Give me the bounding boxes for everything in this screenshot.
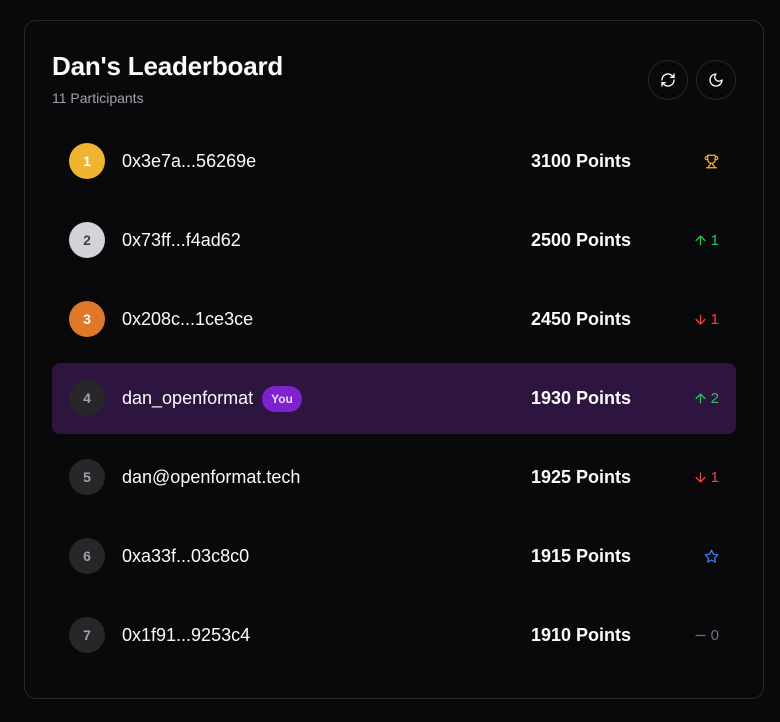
trophy-icon: [704, 154, 719, 169]
leaderboard-row[interactable]: 5 dan@openformat.tech 1925 Points 1: [52, 442, 736, 513]
points-value: 2450 Points: [530, 309, 631, 329]
leaderboard-row[interactable]: 3 0x208c...1ce3ce 2450 Points 1: [52, 284, 736, 355]
leaderboard-row[interactable]: 2 0x73ff...f4ad62 2500 Points 1: [52, 205, 736, 276]
participant-name-cell: 0x1f91...9253c4: [122, 600, 250, 671]
rank-change-value: 1: [710, 469, 719, 486]
rank-change-value: 2: [710, 390, 719, 407]
rank-badge: 3: [69, 301, 105, 337]
rank-change-value: 0: [710, 627, 719, 644]
participant-name-cell: dan@openformat.tech: [122, 442, 300, 513]
rank-change-value: 1: [710, 311, 719, 328]
participant-name: dan@openformat.tech: [122, 467, 301, 487]
arrow-down-icon: [695, 314, 706, 325]
rank-badge: 7: [69, 617, 105, 653]
rank-change-indicator: 0: [693, 600, 719, 671]
rank-change-indicator: 1: [693, 284, 719, 355]
rank-badge: 5: [69, 459, 105, 495]
participant-name-cell: 0x208c...1ce3ce: [122, 284, 253, 355]
participant-name-cell: 0xa33f...03c8c0: [122, 521, 249, 592]
rank-badge: 4: [69, 380, 105, 416]
participant-name: 0xa33f...03c8c0: [122, 546, 250, 566]
arrow-down-icon: [695, 472, 706, 483]
rank-change-indicator: 1: [693, 442, 719, 513]
leaderboard-row-current-user[interactable]: 4 dan_openformat You 1930 Points 2: [52, 363, 736, 434]
participant-name: 0x208c...1ce3ce: [122, 309, 254, 329]
rank-badge: 1: [69, 143, 105, 179]
star-icon: [704, 549, 719, 563]
rank-change-indicator: 2: [693, 363, 719, 434]
rank-change-value: 1: [710, 232, 719, 249]
arrow-up-icon: [695, 235, 706, 246]
refresh-icon: [661, 73, 675, 87]
rank-change-indicator: [704, 521, 719, 592]
refresh-button[interactable]: [648, 60, 688, 100]
arrow-up-icon: [695, 393, 706, 404]
leaderboard-card: Dan's Leaderboard 11 Participants 1 0x3e7…: [24, 20, 764, 699]
points-value: 1930 Points: [530, 388, 631, 408]
participant-name: 0x3e7a...56269e: [122, 151, 257, 171]
rank-change-indicator: [704, 126, 719, 197]
participant-count: 11 Participants: [52, 90, 144, 106]
leaderboard-row[interactable]: 1 0x3e7a...56269e 3100 Points: [52, 126, 736, 197]
leaderboard-header: Dan's Leaderboard 11 Participants: [52, 51, 736, 111]
minus-icon: [695, 634, 706, 637]
participant-name-cell: 0x3e7a...56269e: [122, 126, 256, 197]
leaderboard-row[interactable]: 7 0x1f91...9253c4 1910 Points 0: [52, 600, 736, 671]
participant-name-cell: 0x73ff...f4ad62: [122, 205, 241, 276]
moon-icon: [709, 73, 723, 87]
participant-name: 0x73ff...f4ad62: [122, 230, 241, 250]
participant-name: 0x1f91...9253c4: [122, 625, 251, 645]
page-title: Dan's Leaderboard: [52, 51, 284, 81]
points-value: 3100 Points: [530, 151, 631, 171]
leaderboard-row[interactable]: 6 0xa33f...03c8c0 1915 Points: [52, 521, 736, 592]
points-value: 1925 Points: [530, 467, 631, 487]
participant-name: dan_openformat: [122, 388, 254, 408]
points-value: 1915 Points: [530, 546, 631, 566]
leaderboard-list: 1 0x3e7a...56269e 3100 Points 2 0x73ff...f4a…: [52, 126, 736, 679]
points-value: 2500 Points: [530, 230, 631, 250]
you-badge: You: [262, 385, 302, 412]
rank-badge: 6: [69, 538, 105, 574]
participant-name-cell: dan_openformat You: [122, 363, 302, 434]
theme-toggle-button[interactable]: [696, 60, 736, 100]
rank-badge: 2: [69, 222, 105, 258]
rank-change-indicator: 1: [693, 205, 719, 276]
points-value: 1910 Points: [530, 625, 631, 645]
